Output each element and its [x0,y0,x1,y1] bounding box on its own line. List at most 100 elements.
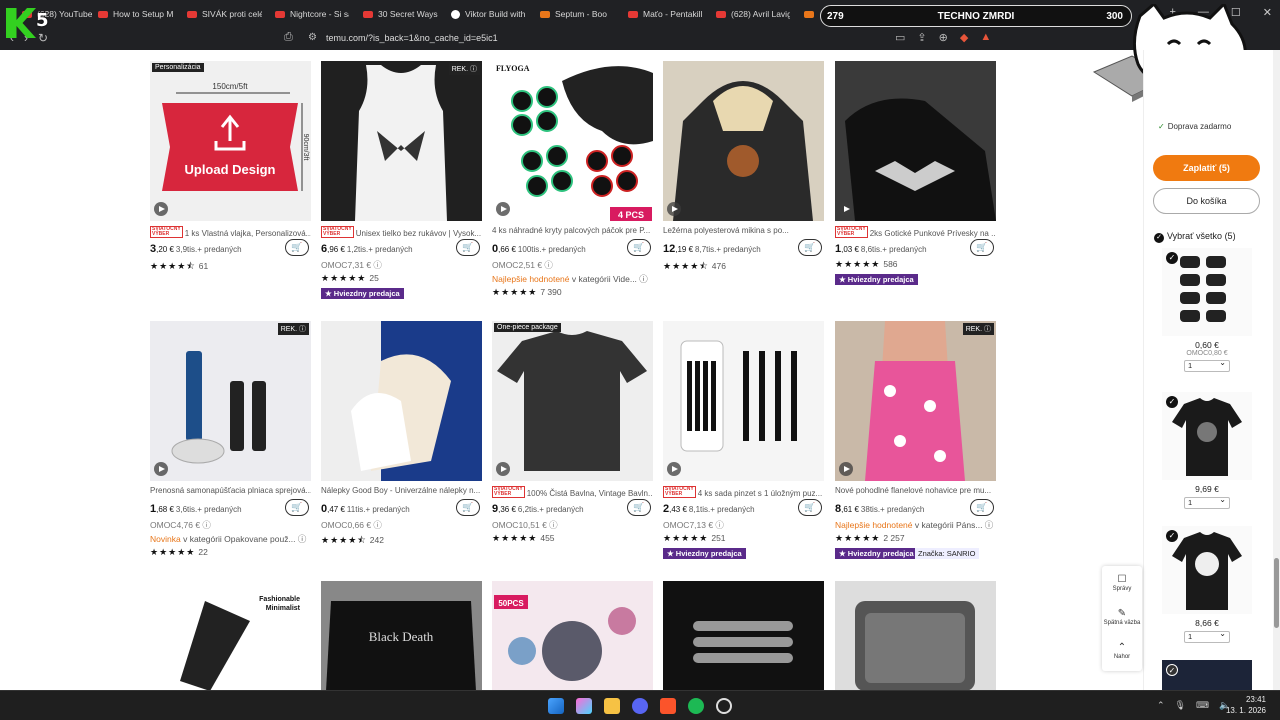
cart-item[interactable]: ✓ [1162,660,1252,690]
quantity-select[interactable]: 1 [1184,358,1230,372]
ad-badge[interactable]: REK. ⓘ [277,323,309,335]
bookmark-icon[interactable]: ⎙ [284,31,293,44]
share-icon[interactable]: ⇪ [917,31,926,44]
add-to-cart-button[interactable]: 🛒 [456,499,480,516]
windows-start-icon[interactable] [548,698,564,714]
play-icon[interactable] [154,202,168,216]
product-image[interactable] [835,581,996,690]
go-to-cart-button[interactable]: Do košíka [1153,188,1260,214]
product-image[interactable]: Upload Design 150cm/5ft 90cm/3ft Personaliz… [150,61,311,221]
product-image[interactable] [663,321,824,481]
product-title[interactable]: Prenosná samonapúšťacia plniaca sprejová… [150,486,311,498]
product-image[interactable]: Fashionable Minimalist [150,581,311,690]
product-title[interactable]: SVIATOČNÝ VÝBER 4 ks sada pinzet s 1 úložn… [663,486,824,498]
play-icon[interactable] [839,202,853,216]
product-card[interactable]: Ležérna polyesterová mikina s po... 12,19… [663,61,824,301]
scroll-thumb[interactable] [1274,558,1279,628]
play-icon[interactable] [154,462,168,476]
add-to-cart-button[interactable]: 🛒 [798,499,822,516]
cart-item-image[interactable]: ✓ [1162,248,1252,336]
file-explorer-icon[interactable] [604,698,620,714]
spotify-icon[interactable] [688,698,704,714]
brave-icon[interactable] [660,698,676,714]
product-card[interactable]: Nálepky Good Boy - Univerzálne nálepky n… [321,321,482,561]
site-info-icon[interactable]: ⚙ [308,32,317,43]
scrollbar[interactable] [1273,50,1280,690]
url-field[interactable]: temu.com/?is_back=1&no_cache_id=e5ic1 [326,33,498,43]
browser-tab[interactable]: (628) Avril Lavign [716,4,790,24]
browser-tab[interactable]: Septum - Boo [540,4,614,24]
product-image[interactable]: REK. ⓘ [321,61,482,221]
brave-shield-icon[interactable]: ◆ [960,31,968,44]
product-image[interactable]: 50PCS [492,581,653,690]
check-icon[interactable]: ✓ [1166,664,1178,676]
ad-badge[interactable]: REK. ⓘ [962,323,994,335]
browser-tab[interactable]: Maťo - Pentakill [628,4,703,24]
product-image[interactable] [663,61,824,221]
add-to-cart-button[interactable]: 🛒 [627,239,651,256]
add-to-cart-button[interactable]: 🛒 [285,239,309,256]
check-icon[interactable]: ✓ [1166,252,1178,264]
chevron-up-icon[interactable]: ⌃ [1157,700,1165,711]
copilot-icon[interactable] [576,698,592,714]
browser-tab[interactable]: How to Setup Mi [98,4,173,24]
product-title[interactable]: Nálepky Good Boy - Univerzálne nálepky n… [321,486,482,498]
category-badge[interactable]: Novinka v kategórii Opakovane použ... ⓘ [150,533,311,545]
category-badge[interactable]: Najlepšie hodnotené v kategórii Vide... … [492,273,653,285]
product-image[interactable]: Black Death [321,581,482,690]
add-to-cart-button[interactable]: 🛒 [285,499,309,516]
product-title[interactable]: Ležérna polyesterová mikina s po... [663,226,824,238]
category-badge[interactable]: Najlepšie hodnotené v kategórii Páns... … [835,519,996,531]
cart-item-image[interactable]: ✓ [1162,526,1252,614]
quantity-select[interactable]: 1 [1184,629,1230,643]
back-to-top-button[interactable]: ⌃ Nahor [1102,642,1142,660]
product-card[interactable]: FLYOGA 4 PCS 4 ks náhradné kryty palcových… [492,61,653,301]
add-to-cart-button[interactable]: 🛒 [456,239,480,256]
product-title[interactable]: SVIATOČNÝ VÝBER Unisex tielko bez rukávov … [321,226,482,238]
network-icon[interactable]: ⌨ [1196,700,1209,711]
browser-tab[interactable]: Nightcore - Si sá [275,4,349,24]
product-title[interactable]: SVIATOČNÝ VÝBER 1 ks Vlastná vlajka, Perso… [150,226,311,238]
product-image[interactable]: REK. ⓘ [835,321,996,481]
product-image[interactable] [321,321,482,481]
pay-button[interactable]: Zaplatiť (5) [1153,155,1260,181]
brand-badge[interactable]: Značka: SANRIO [915,548,979,559]
rewards-icon[interactable]: ▲ [980,31,991,44]
ad-badge[interactable]: REK. ⓘ [448,63,480,75]
play-icon[interactable] [496,462,510,476]
product-card[interactable]: REK. ⓘ Prenosná samonapúšťacia plniaca sp… [150,321,311,561]
zoom-icon[interactable]: ⊕ [939,31,948,44]
steam-icon[interactable] [716,698,732,714]
quantity-select[interactable]: 1 [1184,495,1230,509]
clock[interactable]: 23:41 13. 1. 2026 [1226,694,1266,716]
product-image[interactable] [835,61,996,221]
play-icon[interactable] [667,462,681,476]
cast-icon[interactable]: ▭ [895,31,905,44]
product-title[interactable]: 4 ks náhradné kryty palcových páčok pre … [492,226,653,238]
microphone-icon[interactable]: 🎙 [1175,700,1186,711]
product-title[interactable]: Nové pohodlné flanelové nohavice pre mu.… [835,486,996,498]
select-all-checkbox[interactable]: ✓ Vybrať všetko (5) [1154,231,1236,243]
product-card[interactable]: REK. ⓘ Nové pohodlné flanelové nohavice p… [835,321,996,561]
check-icon[interactable]: ✓ [1166,396,1178,408]
check-icon[interactable]: ✓ [1166,530,1178,542]
product-image[interactable]: FLYOGA 4 PCS [492,61,653,221]
add-to-cart-button[interactable]: 🛒 [970,499,994,516]
product-title[interactable]: SVIATOČNÝ VÝBER 100% Čistá Bavlna, Vintage… [492,486,653,498]
messages-button[interactable]: ☐ Správy [1102,574,1142,592]
cart-item-image[interactable]: ✓ [1162,392,1252,480]
product-image[interactable]: REK. ⓘ [150,321,311,481]
play-icon[interactable] [839,462,853,476]
browser-tab-active[interactable] [804,4,818,24]
product-image[interactable] [663,581,824,690]
discord-icon[interactable] [632,698,648,714]
play-icon[interactable] [667,202,681,216]
product-card[interactable]: REK. ⓘ SVIATOČNÝ VÝBER Unisex tielko bez ru… [321,61,482,301]
play-icon[interactable] [496,202,510,216]
product-card[interactable]: SVIATOČNÝ VÝBER 4 ks sada pinzet s 1 úložn… [663,321,824,561]
product-image[interactable]: One-piece package [492,321,653,481]
browser-tab[interactable]: SIVÁK proti celé [187,4,262,24]
product-title[interactable]: SVIATOČNÝ VÝBER 2ks Gotické Punkové Príves… [835,226,996,238]
browser-tab[interactable]: Viktor Build with [451,4,526,24]
product-card[interactable]: SVIATOČNÝ VÝBER 2ks Gotické Punkové Príves… [835,61,996,301]
